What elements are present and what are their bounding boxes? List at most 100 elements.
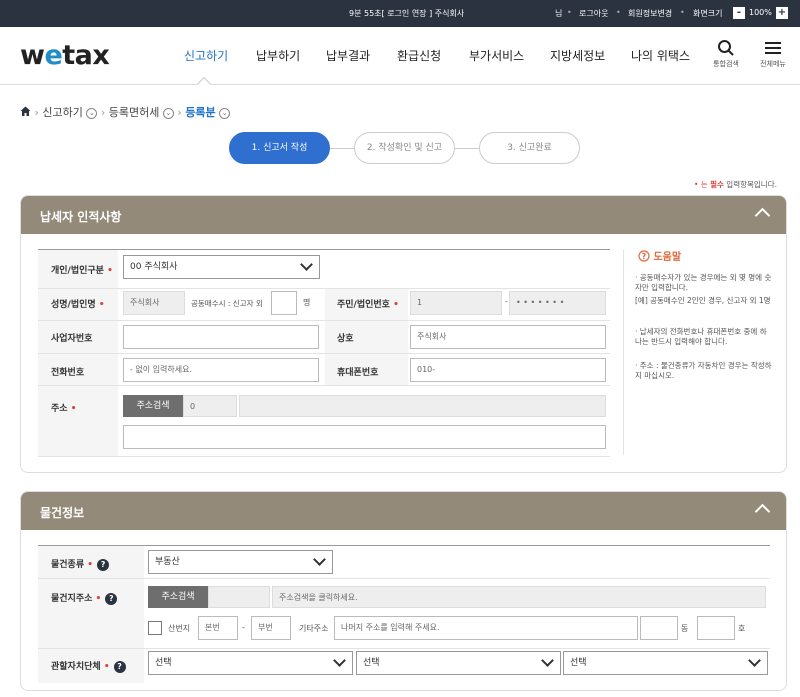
help-divider: [623, 250, 624, 455]
kind-label: 물건종류 •?: [51, 557, 110, 571]
sub-lot-field[interactable]: 부번: [251, 616, 291, 640]
biz-no-field[interactable]: [123, 325, 319, 349]
nav-my-wetax[interactable]: 나의 위택스: [631, 47, 690, 64]
help-item: [예] 공동매수인 2인인 경우, 신고자 외 1명: [635, 296, 771, 305]
nav-report[interactable]: 신고하기: [184, 47, 228, 64]
separator-dot: •: [567, 8, 572, 17]
step-1-write: 1. 신고서 작성: [229, 132, 330, 164]
joint-count-field[interactable]: [271, 291, 297, 315]
step-3-complete: 3. 신고완료: [479, 132, 580, 164]
nav-pay[interactable]: 납부하기: [256, 47, 300, 64]
zip-code-field[interactable]: 0: [183, 395, 237, 417]
breadcrumb-item[interactable]: 신고하기: [42, 106, 82, 119]
chevron-down-icon[interactable]: ⌄: [219, 107, 231, 119]
other-address-field[interactable]: 나머지 주소를 입력해 주세요.: [334, 616, 638, 640]
mountain-lot-checkbox[interactable]: [148, 621, 162, 635]
id-front-field[interactable]: 1: [410, 291, 502, 315]
zoom-in-button[interactable]: +: [776, 7, 788, 19]
authority-select-1[interactable]: 선택: [148, 651, 353, 675]
search-label: 통합검색: [713, 60, 739, 68]
member-edit-link[interactable]: 회원정보변경: [628, 8, 672, 19]
chevron-up-icon[interactable]: [754, 207, 771, 224]
search-button[interactable]: 통합검색: [706, 39, 746, 69]
panel-title: 납세자 인적사항: [40, 210, 122, 224]
address-detail-field[interactable]: [123, 425, 606, 449]
main-lot-field[interactable]: 본번: [198, 616, 238, 640]
help-title: ? 도움말: [638, 248, 681, 263]
chevron-down-icon[interactable]: ⌄: [162, 107, 174, 119]
phone-label: 전화번호: [51, 368, 85, 378]
chevron-down-icon: [333, 654, 346, 667]
other-address-label: 기타주소: [299, 624, 329, 633]
id-label: 주민/법인번호 •: [337, 300, 399, 310]
mobile-field[interactable]: 010-: [410, 358, 606, 382]
property-panel-header[interactable]: 물건정보: [21, 492, 786, 530]
mobile-label: 휴대폰번호: [337, 368, 379, 378]
menu-button[interactable]: 전체메뉴: [753, 39, 793, 69]
home-icon[interactable]: [20, 106, 31, 117]
chevron-up-icon[interactable]: [754, 503, 771, 520]
taxpayer-panel: 납세자 인적사항 개인/법인구분 • 00 주식회사 성명/법인명 • 주식회사…: [20, 195, 787, 473]
separator-dot: •: [680, 8, 685, 17]
property-address-label: 물건지주소 •?: [51, 591, 118, 605]
chevron-down-icon: [748, 654, 761, 667]
help-item: · 공동매수자가 있는 경우에는 외 몇 명에 숫자만 입력합니다.: [635, 273, 772, 292]
dong-field[interactable]: [640, 616, 678, 640]
row-divider: [38, 648, 770, 649]
address-field[interactable]: [239, 395, 606, 417]
address-search-button[interactable]: 주소검색: [123, 395, 183, 417]
ho-field[interactable]: [697, 616, 735, 640]
breadcrumb-current: 등록분: [185, 106, 216, 119]
help-question-icon[interactable]: ?: [97, 559, 110, 571]
step-2-confirm: 2. 작성확인 및 신고: [354, 132, 455, 164]
wetax-logo[interactable]: wetax: [20, 40, 110, 71]
nav-pay-result[interactable]: 납부결과: [326, 47, 370, 64]
row-divider: [38, 320, 610, 321]
type-label: 개인/법인구분 •: [51, 266, 113, 276]
mountain-lot-label: 산번지: [168, 624, 191, 633]
hamburger-icon: [765, 42, 781, 54]
help-item: · 납세자의 전화번호나 휴대폰번호 중에 하나는 반드시 입력해야 합니다.: [635, 327, 767, 346]
nav-refund[interactable]: 환급신청: [397, 47, 441, 64]
active-nav-pointer: [196, 76, 212, 92]
logout-link[interactable]: 로그아웃: [579, 8, 608, 19]
biz-no-label: 사업자번호: [51, 334, 93, 344]
nav-extra-service[interactable]: 부가서비스: [469, 47, 524, 64]
name-label: 성명/법인명 •: [51, 300, 105, 310]
chevron-down-icon[interactable]: ⌄: [86, 107, 98, 119]
authority-select-2[interactable]: 선택: [356, 651, 561, 675]
search-icon: [718, 40, 734, 56]
zoom-level: 100%: [749, 8, 772, 17]
required-note: • 는 필수 입력항목입니다.: [694, 180, 777, 189]
property-zip-field[interactable]: [208, 586, 270, 608]
top-bar: 9분 55초[ 로그인 연장 ] 주식회사 님 • 로그아웃 • 회원정보변경 …: [0, 0, 800, 27]
authority-select-3[interactable]: 선택: [563, 651, 768, 675]
row-divider: [38, 578, 770, 579]
dong-unit: 동: [681, 624, 689, 633]
id-back-field[interactable]: • • • • • • •: [509, 291, 606, 315]
user-name: 님: [555, 9, 563, 18]
name-field[interactable]: 주식회사: [123, 291, 185, 315]
nav-local-tax-info[interactable]: 지방세정보: [550, 47, 605, 64]
screen-size-label: 화면크기: [693, 9, 723, 18]
id-dash: -: [505, 297, 508, 306]
breadcrumb-item[interactable]: 등록면허세: [109, 106, 160, 119]
taxpayer-panel-header[interactable]: 납세자 인적사항: [21, 196, 786, 234]
help-question-icon: ?: [638, 250, 650, 262]
taxpayer-type-select[interactable]: 00 주식회사: [123, 255, 320, 279]
help-question-icon[interactable]: ?: [113, 661, 126, 673]
joint-unit: 명: [303, 298, 311, 307]
help-question-icon[interactable]: ?: [105, 593, 118, 605]
chevron-right-icon: ›: [100, 106, 109, 119]
row-divider: [38, 353, 610, 354]
property-address-search-button[interactable]: 주소검색: [148, 586, 208, 608]
breadcrumb: › 신고하기 ⌄ › 등록면허세 ⌄ › 등록분 ⌄: [20, 104, 231, 120]
row-divider: [38, 288, 610, 289]
property-address-field[interactable]: 주소검색을 클릭하세요.: [272, 586, 766, 608]
trade-name-field[interactable]: 주식회사: [410, 325, 606, 349]
phone-field[interactable]: - 없이 입력하세요.: [123, 358, 319, 382]
session-info: 9분 55초[ 로그인 연장 ] 주식회사: [349, 9, 465, 18]
zoom-out-button[interactable]: -: [733, 7, 745, 19]
row-divider: [38, 456, 610, 457]
property-kind-select[interactable]: 부동산: [148, 550, 333, 574]
